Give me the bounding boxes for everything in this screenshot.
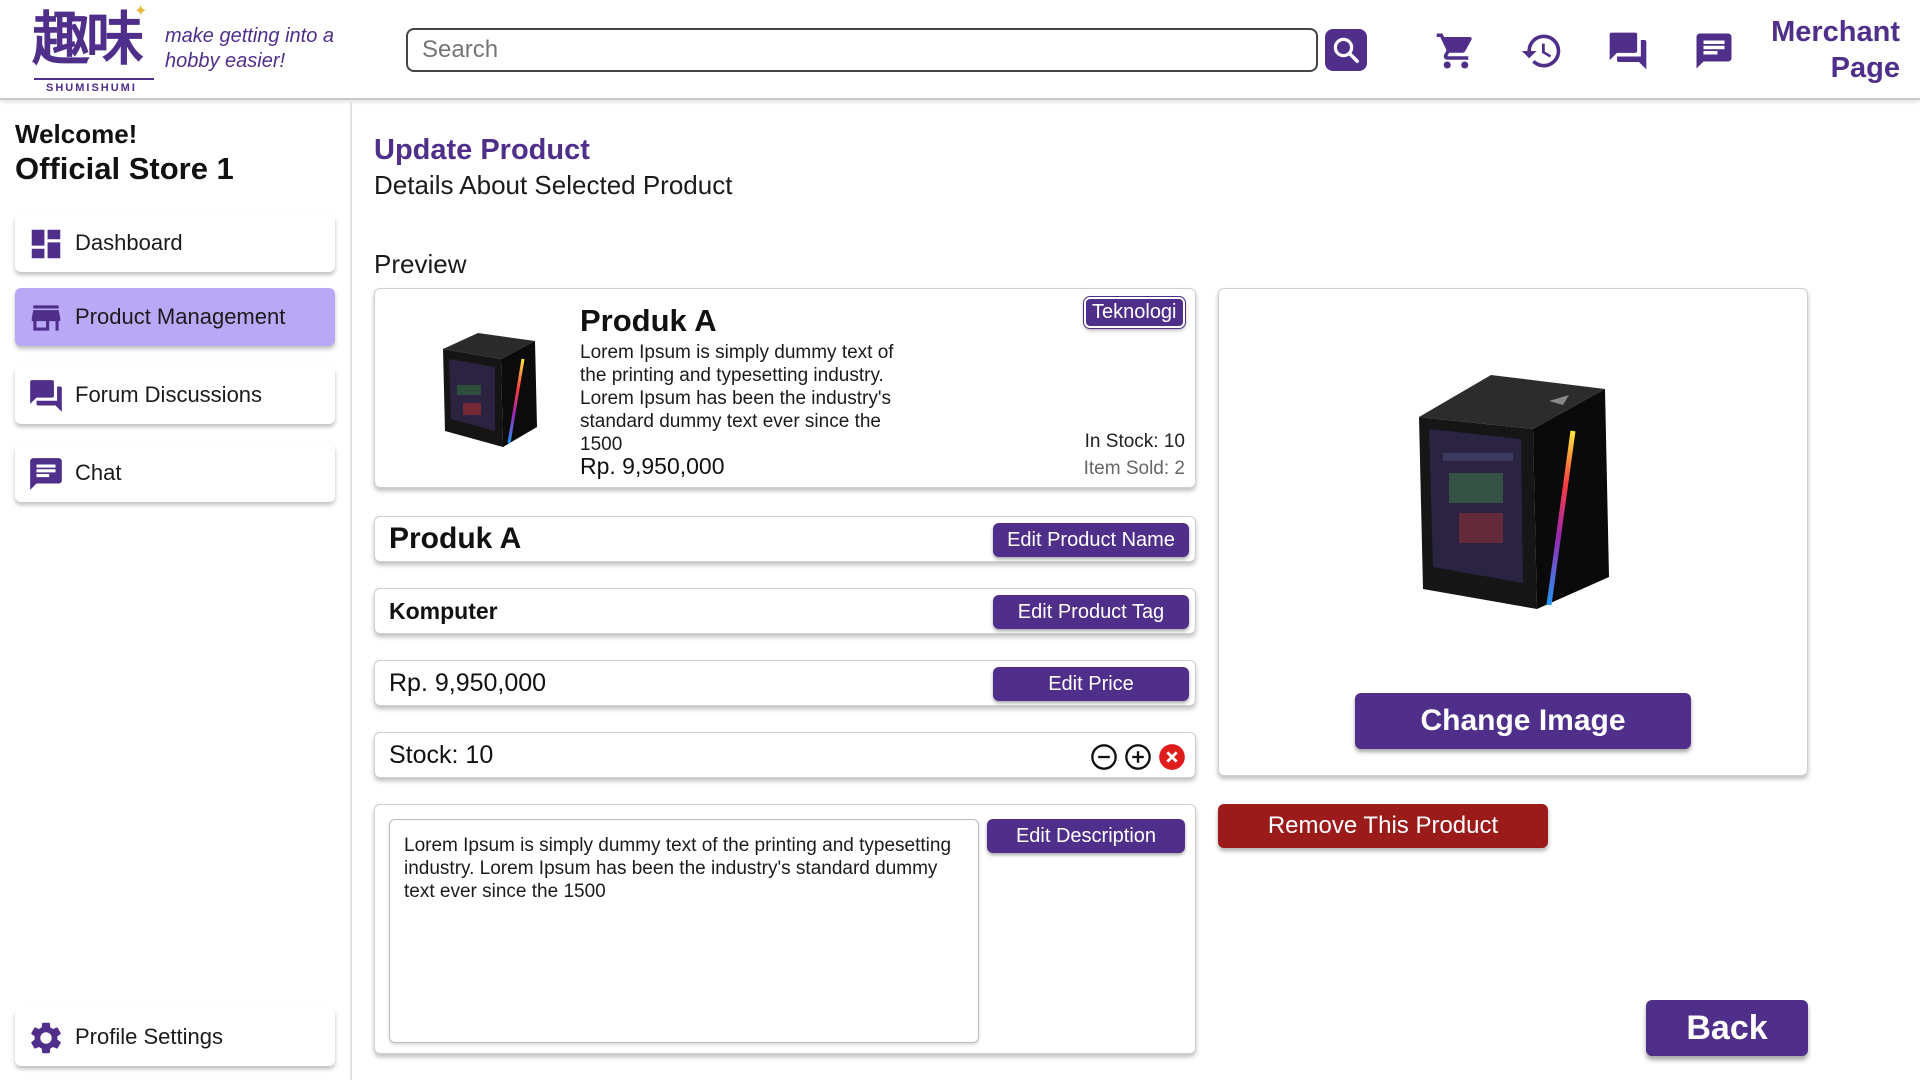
description-textarea[interactable]: Lorem Ipsum is simply dummy text of the …	[389, 819, 979, 1043]
remove-product-button[interactable]: Remove This Product	[1218, 804, 1548, 848]
product-tag-field: Komputer Edit Product Tag	[374, 588, 1196, 634]
chat-button[interactable]	[1692, 29, 1736, 73]
preview-product-price: Rp. 9,950,000	[580, 453, 725, 479]
merchant-link-line2: Page	[1830, 52, 1900, 84]
edit-product-tag-button[interactable]: Edit Product Tag	[993, 595, 1189, 629]
product-image-card: Change Image	[1218, 288, 1808, 776]
product-thumbnail-image	[443, 333, 537, 447]
sidebar-item-label: Profile Settings	[75, 1024, 223, 1049]
product-preview-card: Produk A Lorem Ipsum is simply dummy tex…	[374, 288, 1196, 488]
dashboard-icon	[31, 229, 61, 259]
tagline: make getting into a hobby easier!	[165, 25, 334, 72]
product-stock-field: Stock: 10	[374, 732, 1196, 778]
product-name-field: Produk A Edit Product Name	[374, 516, 1196, 562]
edit-product-name-button[interactable]: Edit Product Name	[993, 523, 1189, 557]
search-icon	[1333, 37, 1359, 63]
store-icon	[31, 305, 61, 331]
close-circle-icon	[1159, 744, 1185, 770]
chat-icon	[1696, 33, 1732, 69]
product-tag-value: Komputer	[389, 597, 498, 624]
preview-product-name: Produk A	[580, 303, 717, 338]
product-name-value: Produk A	[389, 522, 522, 555]
preview-items-sold: Item Sold: 2	[1083, 458, 1185, 479]
gear-icon	[31, 1022, 61, 1054]
plus-circle-icon	[1125, 744, 1151, 770]
preview-label: Preview	[374, 249, 467, 279]
cart-icon	[1436, 33, 1472, 69]
sidebar-item-forum-discussions[interactable]: Forum Discussions	[15, 366, 335, 424]
product-price-field: Rp. 9,950,000 Edit Price	[374, 660, 1196, 706]
history-button[interactable]	[1520, 29, 1564, 73]
logo-divider	[34, 78, 154, 80]
sidebar-item-dashboard[interactable]: Dashboard	[15, 214, 335, 272]
decrease-stock-button[interactable]	[1089, 742, 1119, 772]
preview-product-description: Lorem Ipsum is simply dummy text of the …	[580, 342, 894, 455]
edit-description-button[interactable]: Edit Description	[987, 819, 1185, 853]
stock-controls	[1089, 742, 1187, 772]
logo-sparkle-icon: ✦	[134, 3, 148, 20]
increase-stock-button[interactable]	[1123, 742, 1153, 772]
sidebar-item-label: Forum Discussions	[75, 382, 263, 407]
page-title: Update Product	[374, 134, 590, 166]
product-stock-value: Stock: 10	[389, 740, 494, 769]
sidebar-item-label: Chat	[75, 460, 122, 485]
back-button[interactable]: Back	[1646, 1000, 1808, 1056]
top-header: 趣味 ✦ SHUMISHUMI make getting into a hobb…	[0, 0, 1920, 100]
search-button[interactable]	[1325, 29, 1367, 71]
sidebar-item-profile-settings[interactable]: Profile Settings	[15, 1008, 335, 1066]
logo[interactable]: 趣味 ✦ SHUMISHUMI	[30, 3, 160, 94]
forum-icon	[1609, 32, 1647, 70]
change-image-button[interactable]: Change Image	[1355, 693, 1691, 749]
sidebar-item-product-management[interactable]: Product Management	[15, 288, 335, 346]
preview-category-badge: Teknologi	[1084, 297, 1185, 328]
clear-stock-button[interactable]	[1157, 742, 1187, 772]
merchant-page-link[interactable]: Merchant Page	[1771, 14, 1900, 86]
welcome-text: Welcome!	[15, 119, 138, 149]
cart-button[interactable]	[1434, 29, 1478, 73]
page-subtitle: Details About Selected Product	[374, 170, 733, 200]
search-input[interactable]	[406, 28, 1318, 72]
logo-brand-text: SHUMISHUMI	[46, 82, 137, 94]
merchant-link-line1: Merchant	[1771, 16, 1900, 48]
forum-icon	[30, 380, 62, 412]
sidebar-item-chat[interactable]: Chat	[15, 444, 335, 502]
history-icon	[1521, 34, 1561, 68]
store-name: Official Store 1	[15, 151, 234, 186]
product-image	[1419, 375, 1609, 609]
forum-button[interactable]	[1606, 29, 1650, 73]
product-description-card: Lorem Ipsum is simply dummy text of the …	[374, 804, 1196, 1054]
sidebar-item-label: Product Management	[75, 304, 286, 329]
product-price-value: Rp. 9,950,000	[389, 668, 547, 697]
sidebar: Welcome! Official Store 1 Dashboard Prod…	[0, 102, 352, 1080]
edit-price-button[interactable]: Edit Price	[993, 667, 1189, 701]
logo-kanji: 趣味	[32, 5, 144, 73]
minus-circle-icon	[1091, 744, 1117, 770]
sidebar-item-label: Dashboard	[75, 230, 183, 255]
preview-stock-count: In Stock: 10	[1084, 431, 1185, 452]
chat-icon	[30, 458, 62, 490]
